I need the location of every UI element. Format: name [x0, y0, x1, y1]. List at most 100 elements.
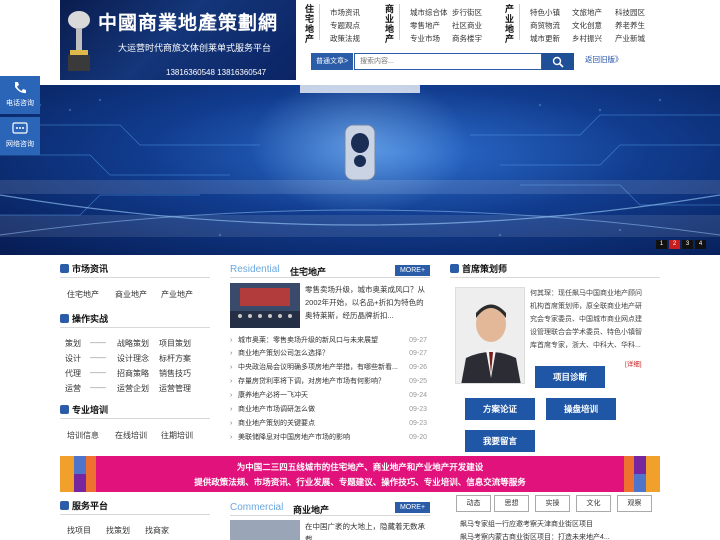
nav-title-industrial[interactable]: 产业地产: [505, 4, 517, 44]
old-version-link[interactable]: 返回旧版》: [585, 54, 623, 65]
book-icon: [60, 314, 69, 323]
commercial-more-button[interactable]: MORE+: [395, 502, 430, 513]
market-link[interactable]: 商业地产: [115, 289, 147, 300]
news-thumbnail[interactable]: [230, 283, 300, 328]
nav-link[interactable]: 政策法规: [330, 32, 360, 45]
divider: [60, 514, 210, 515]
detail-link[interactable]: [详细]: [625, 358, 642, 368]
news-item[interactable]: › 康养地产必将一飞冲天 09-24: [230, 389, 430, 402]
search-type-select[interactable]: 普通文章>: [311, 53, 353, 70]
bottom-news-item[interactable]: 飙马专家组一行应邀考察天津商业街区项目: [460, 519, 593, 529]
news-feature-text[interactable]: 零售卖场升级，城市奥莱成风口？从2002年开始，以名品+折扣为特色的奥特莱斯，经…: [305, 283, 430, 322]
project-diagnosis-button[interactable]: 项目诊断: [535, 366, 605, 388]
news-item[interactable]: › 存量房贷利率将下调，对房地产市场有何影响？ 09-25: [230, 375, 430, 388]
chart-icon: [60, 264, 69, 273]
practice-link[interactable]: 标杆方案: [159, 353, 191, 364]
slide-dot[interactable]: 1: [656, 240, 667, 249]
tag-thought-button[interactable]: 思想: [494, 495, 529, 512]
leave-message-button[interactable]: 我要留言: [465, 430, 535, 452]
nav-link[interactable]: 科技园区: [615, 6, 645, 19]
nav-link[interactable]: 专题观点: [330, 19, 360, 32]
nav-link[interactable]: 市场资讯: [330, 6, 360, 19]
nav-link[interactable]: 城市更新: [530, 32, 560, 45]
planner-portrait[interactable]: [455, 287, 525, 384]
nav-link[interactable]: 城市综合体: [410, 6, 448, 19]
training-link[interactable]: 培训信息: [67, 430, 99, 441]
tag-practice-button[interactable]: 实操: [535, 495, 570, 512]
news-item[interactable]: › 城市奥莱：零售卖场升级的新风口与未来展望 09-27: [230, 334, 430, 347]
section-practice: 操作实战: [60, 312, 108, 325]
search-button[interactable]: [542, 53, 574, 70]
nav-link[interactable]: 产业新城: [615, 32, 645, 45]
nav-divider: [399, 4, 400, 40]
market-link[interactable]: 住宅地产: [67, 289, 99, 300]
online-consult-button[interactable]: 网络咨询: [0, 117, 40, 155]
tag-culture-button[interactable]: 文化: [576, 495, 611, 512]
tag-observe-button[interactable]: 观察: [617, 495, 652, 512]
nav-link[interactable]: 商务楼宇: [452, 32, 482, 45]
practice-category[interactable]: 代理: [65, 368, 81, 379]
news-thumbnail[interactable]: [230, 520, 300, 540]
nav-link[interactable]: 乡村振兴: [572, 32, 602, 45]
search-bar: 普通文章>: [311, 53, 574, 70]
plan-review-button[interactable]: 方案论证: [465, 398, 535, 420]
training-link[interactable]: 在线培训: [115, 430, 147, 441]
bullet: ›: [230, 420, 233, 427]
divider: [230, 515, 430, 516]
nav-link[interactable]: 养老养生: [615, 19, 645, 32]
tag-news-button[interactable]: 动态: [456, 495, 491, 512]
practice-category[interactable]: 设计: [65, 353, 81, 364]
section-market-news: 市场资讯: [60, 262, 108, 275]
residential-more-button[interactable]: MORE+: [395, 265, 430, 276]
banner-graphic: [0, 85, 720, 237]
logo-title: 中國商業地產策劃網: [98, 12, 279, 34]
practice-category[interactable]: 策划: [65, 338, 81, 349]
service-banner-strip[interactable]: 为中国二三四五线城市的住宅地产、商业地产和产业地产开发建设 提供政策法规、市场资…: [60, 456, 660, 492]
news-item[interactable]: › 美联储降息对中国房地产市场的影响 09-20: [230, 431, 430, 444]
search-input[interactable]: [354, 53, 542, 70]
practice-link[interactable]: 销售技巧: [159, 368, 191, 379]
service-link[interactable]: 找策划: [106, 525, 130, 536]
service-link[interactable]: 找项目: [67, 525, 91, 536]
search-icon: [552, 56, 564, 68]
site-logo[interactable]: 中國商業地產策劃網 大运营时代商旅文体创莱单式服务平台 13816360548 …: [60, 0, 296, 80]
news-item[interactable]: › 商业地产策划的关键要点 09-23: [230, 417, 430, 430]
bullet: ›: [230, 337, 233, 344]
news-item[interactable]: › 商业地产市场调研怎么做 09-23: [230, 403, 430, 416]
section-chief-planner: 首席策划师: [450, 262, 507, 275]
news-feature-text[interactable]: 在中国广袤的大地上，隐藏着无数承载: [305, 520, 430, 540]
market-link[interactable]: 产业地产: [161, 289, 193, 300]
nav-link[interactable]: 社区商业: [452, 19, 482, 32]
practice-link[interactable]: 招商策略: [117, 368, 149, 379]
slide-dot-active[interactable]: 2: [669, 240, 680, 249]
slide-dot[interactable]: 3: [682, 240, 693, 249]
practice-link[interactable]: 设计理念: [117, 353, 149, 364]
phone-icon: [15, 82, 26, 94]
practice-link[interactable]: 运营企划: [117, 383, 149, 394]
nav-link[interactable]: 零售地产: [410, 19, 448, 32]
practice-link[interactable]: 项目策划: [159, 338, 191, 349]
nav-title-residential[interactable]: 住宅地产: [305, 4, 317, 44]
nav-residential: 住宅地产 市场资讯 专题观点 政策法规: [305, 2, 365, 44]
nav-link[interactable]: 文化创意: [572, 19, 602, 32]
conference-photo: [230, 283, 300, 328]
practice-link[interactable]: 运营管理: [159, 383, 191, 394]
phone-consult-button[interactable]: 电话咨询: [0, 76, 40, 114]
news-item[interactable]: › 商业地产策划公司怎么选择？ 09-27: [230, 347, 430, 360]
operation-training-button[interactable]: 操盘培训: [546, 398, 616, 420]
nav-link[interactable]: 商贸物流: [530, 19, 560, 32]
training-link[interactable]: 往期培训: [161, 430, 193, 441]
nav-col: 文旅地产 文化创意 乡村振兴: [572, 6, 602, 45]
nav-link[interactable]: 步行街区: [452, 6, 482, 19]
nav-link[interactable]: 特色小镇: [530, 6, 560, 19]
service-link[interactable]: 找商家: [145, 525, 169, 536]
nav-link[interactable]: 专业市场: [410, 32, 448, 45]
bottom-news-item[interactable]: 飙马考察内蒙古商业街区项目：打造未来地产4...: [460, 532, 610, 540]
news-item[interactable]: › 中央政治局会议明确多项房地产举措，有哪些新看... 09-26: [230, 361, 430, 374]
slide-dot[interactable]: 4: [695, 240, 706, 249]
nav-title-commercial[interactable]: 商业地产: [385, 4, 397, 44]
nav-link[interactable]: 文旅地产: [572, 6, 602, 19]
practice-category[interactable]: 运营: [65, 383, 81, 394]
practice-link[interactable]: 战略策划: [117, 338, 149, 349]
hero-banner[interactable]: 1 2 3 4: [0, 85, 720, 255]
